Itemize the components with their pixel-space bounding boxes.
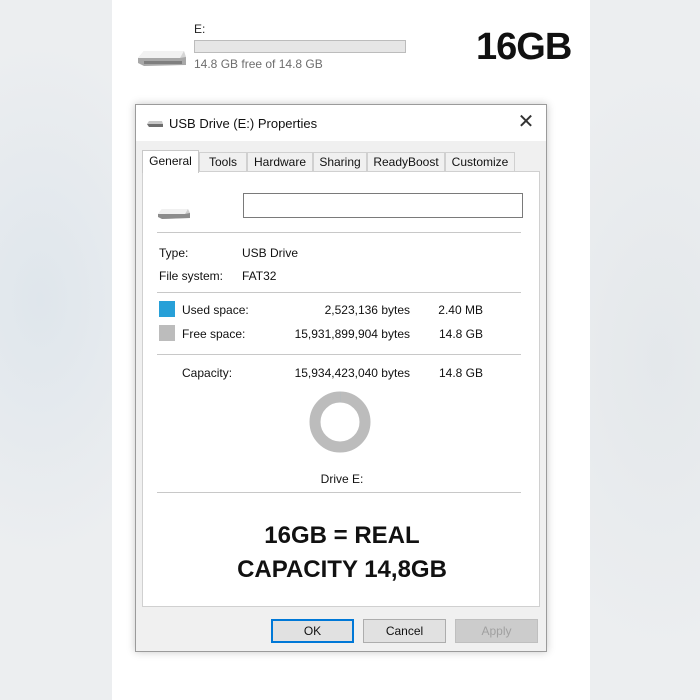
free-space-bytes: 15,931,899,904 bytes — [294, 327, 410, 341]
tab-hardware[interactable]: Hardware — [247, 152, 313, 171]
used-space-size: 2.40 MB — [438, 303, 483, 317]
capacity-size: 14.8 GB — [438, 366, 483, 380]
separator — [157, 232, 521, 233]
tab-readyboost[interactable]: ReadyBoost — [367, 152, 445, 171]
separator — [157, 354, 521, 355]
tab-sharing[interactable]: Sharing — [313, 152, 367, 171]
overlay-caption-line-2: CAPACITY 14,8GB — [237, 556, 447, 583]
free-space-swatch — [159, 325, 175, 341]
drive-free-text: 14.8 GB free of 14.8 GB — [194, 57, 323, 71]
drive-caption: Drive E: — [320, 472, 364, 486]
type-label: Type: — [159, 246, 189, 260]
drive-size-label: 16GB — [476, 26, 572, 68]
close-button[interactable]: ✕ — [506, 105, 546, 141]
donut-free-ring — [309, 391, 371, 453]
capacity-label: Capacity: — [182, 366, 233, 380]
file-system-label: File system: — [159, 269, 224, 283]
drive-tile[interactable]: E: 14.8 GB free of 14.8 GB 16GB — [112, 0, 590, 95]
general-panel: Type: USB Drive File system: FAT32 Used … — [142, 171, 540, 607]
used-space-label: Used space: — [182, 303, 249, 317]
properties-dialog: USB Drive (E:) Properties ✕ General Tool… — [135, 104, 547, 652]
used-space-swatch — [159, 301, 175, 317]
ok-button[interactable]: OK — [271, 619, 354, 643]
overlay-caption-line-1: 16GB = REAL — [264, 522, 420, 549]
tab-tools[interactable]: Tools — [199, 152, 247, 171]
file-system-value: FAT32 — [242, 269, 277, 283]
capacity-bytes: 15,934,423,040 bytes — [294, 366, 410, 380]
usb-drive-icon — [158, 209, 190, 219]
usb-drive-icon — [138, 51, 186, 66]
screenshot-card: E: 14.8 GB free of 14.8 GB 16GB USB Driv… — [112, 0, 590, 700]
dialog-titlebar[interactable]: USB Drive (E:) Properties ✕ — [136, 105, 546, 141]
tab-customize[interactable]: Customize — [445, 152, 515, 171]
free-space-size: 14.8 GB — [438, 327, 483, 341]
separator — [157, 292, 521, 293]
apply-button[interactable]: Apply — [455, 619, 538, 643]
free-space-label: Free space: — [182, 327, 246, 341]
volume-label-input[interactable] — [243, 193, 523, 218]
separator — [157, 492, 521, 493]
usb-drive-icon — [147, 121, 163, 127]
drive-usage-bar — [194, 40, 406, 53]
close-icon: ✕ — [517, 111, 535, 133]
drive-name: E: — [194, 22, 206, 36]
tab-general[interactable]: General — [142, 150, 199, 173]
type-value: USB Drive — [242, 246, 299, 260]
dialog-title: USB Drive (E:) Properties — [169, 116, 318, 131]
used-space-bytes: 2,523,136 bytes — [324, 303, 410, 317]
disk-usage-donut — [309, 391, 371, 453]
cancel-button[interactable]: Cancel — [363, 619, 446, 643]
